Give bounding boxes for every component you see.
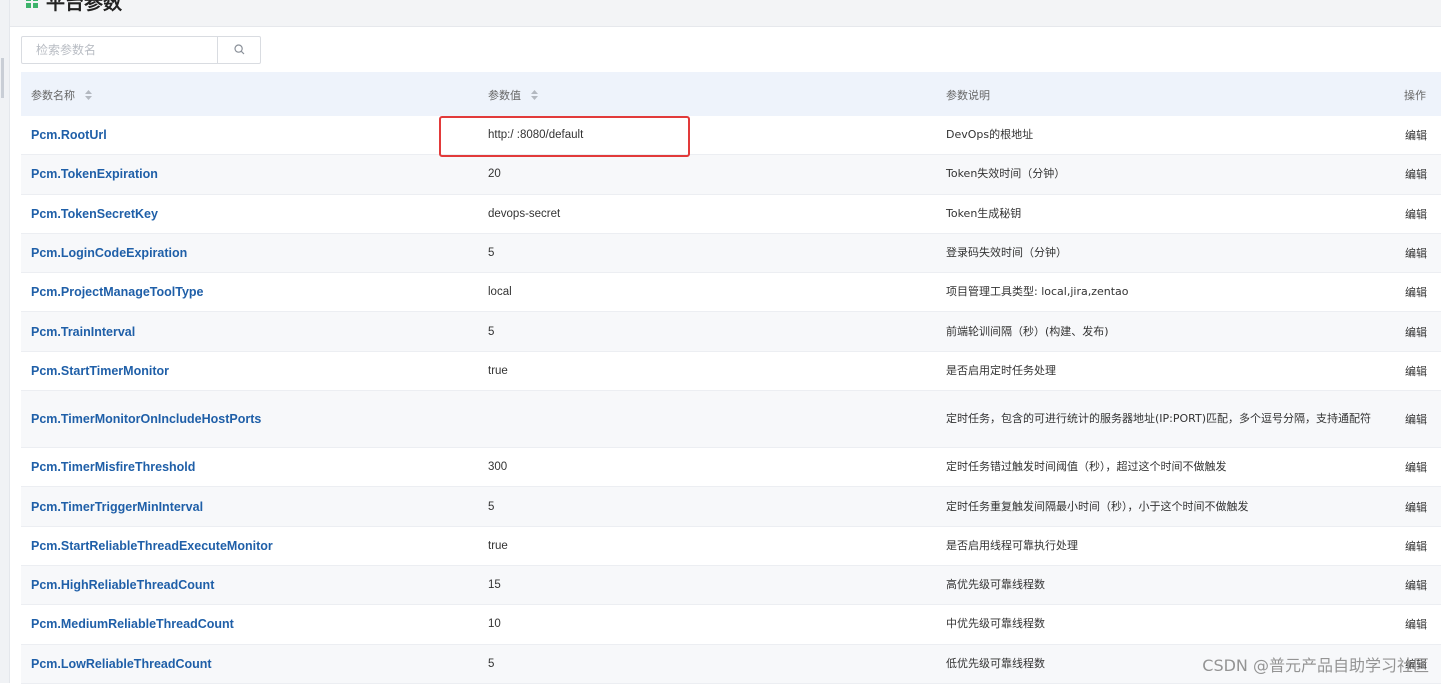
param-value: 300 — [488, 461, 508, 474]
page-title: 平台参数 — [46, 0, 123, 14]
param-value: 10 — [488, 618, 501, 631]
param-description: 是否启用线程可靠执行处理 — [946, 538, 1078, 552]
search-button[interactable] — [217, 37, 261, 63]
column-header-value[interactable]: 参数值 — [488, 87, 538, 103]
table-header: 参数名称 参数值 参数说明 操作 — [21, 72, 1441, 116]
left-sidebar-edge — [0, 0, 10, 683]
edit-button[interactable]: 编辑 — [1405, 616, 1427, 632]
param-name-link[interactable]: Pcm.TokenSecretKey — [31, 207, 158, 221]
edit-button[interactable]: 编辑 — [1405, 411, 1427, 427]
table-row: Pcm.StartReliableThreadExecuteMonitor tru… — [21, 527, 1441, 566]
highlight-box — [439, 116, 690, 157]
column-header-name-label: 参数名称 — [31, 89, 75, 102]
edit-button[interactable]: 编辑 — [1405, 577, 1427, 593]
param-name-link[interactable]: Pcm.LoginCodeExpiration — [31, 246, 187, 260]
param-description: Token失效时间（分钟） — [946, 167, 1066, 181]
edit-button[interactable]: 编辑 — [1405, 538, 1427, 554]
param-description: 定时任务错过触发时间阈值（秒），超过这个时间不做触发 — [946, 460, 1227, 474]
param-description: 高优先级可靠线程数 — [946, 578, 1045, 592]
table-row: Pcm.MediumReliableThreadCount 10 中优先级可靠线程数… — [21, 605, 1441, 645]
param-name-link[interactable]: Pcm.ProjectManageToolType — [31, 285, 204, 299]
column-header-name[interactable]: 参数名称 — [31, 87, 92, 103]
edit-button[interactable]: 编辑 — [1405, 166, 1427, 182]
table-row: Pcm.ProjectManageToolType local 项目管理工具类型: … — [21, 273, 1441, 313]
param-name-link[interactable]: Pcm.HighReliableThreadCount — [31, 578, 214, 592]
sort-icon[interactable] — [84, 90, 92, 100]
table-row: Pcm.TimerMisfireThreshold 300 定时任务错过触发时间阈值… — [21, 448, 1441, 488]
param-name-link[interactable]: Pcm.StartReliableThreadExecuteMonitor — [31, 539, 273, 553]
search-input[interactable] — [22, 37, 216, 63]
param-description: 前端轮训间隔（秒）(构建、发布) — [946, 324, 1109, 338]
search-icon — [234, 44, 245, 55]
param-description: 项目管理工具类型: local,jira,zentao — [946, 285, 1129, 299]
params-table: 参数名称 参数值 参数说明 操作 Pcm.RootUrl http:/ :8080… — [21, 72, 1441, 684]
param-name-link[interactable]: Pcm.TrainInterval — [31, 325, 135, 339]
table-row: Pcm.HighReliableThreadCount 15 高优先级可靠线程数 编辑 — [21, 565, 1441, 606]
param-value: true — [488, 539, 508, 552]
watermark: CSDN @普元产品自助学习社区 — [1202, 656, 1429, 675]
param-value: true — [488, 364, 508, 377]
table-row: Pcm.TokenExpiration 20 Token失效时间（分钟） 编辑 — [21, 155, 1441, 195]
column-header-description: 参数说明 — [946, 89, 990, 102]
edit-button[interactable]: 编辑 — [1405, 363, 1427, 379]
sort-icon[interactable] — [530, 90, 538, 100]
table-body: Pcm.RootUrl http:/ :8080/default DevOps的根地… — [21, 116, 1441, 684]
table-row: Pcm.TimerMonitorOnIncludeHostPorts 定时任务，包… — [21, 391, 1441, 449]
search-box — [21, 36, 261, 64]
edit-button[interactable]: 编辑 — [1405, 284, 1427, 300]
grid-icon — [26, 0, 39, 9]
param-name-link[interactable]: Pcm.TokenExpiration — [31, 167, 158, 181]
param-value: 5 — [488, 500, 495, 513]
param-description: 定时任务重复触发间隔最小时间（秒），小于这个时间不做触发 — [946, 499, 1249, 513]
param-description: Token生成秘钥 — [946, 206, 1022, 220]
edit-button[interactable]: 编辑 — [1405, 127, 1427, 143]
table-row: Pcm.StartTimerMonitor true 是否启用定时任务处理 编辑 — [21, 352, 1441, 392]
param-name-link[interactable]: Pcm.LowReliableThreadCount — [31, 657, 212, 671]
param-name-link[interactable]: Pcm.MediumReliableThreadCount — [31, 617, 234, 631]
table-row: Pcm.TimerTriggerMinInterval 5 定时任务重复触发间隔最小… — [21, 487, 1441, 527]
param-value: devops-secret — [488, 207, 561, 220]
table-row: Pcm.TrainInterval 5 前端轮训间隔（秒）(构建、发布) 编辑 — [21, 312, 1441, 352]
table-row: Pcm.LoginCodeExpiration 5 登录码失效时间（分钟） 编辑 — [21, 233, 1441, 274]
table-row: Pcm.RootUrl http:/ :8080/default DevOps的根地… — [21, 116, 1441, 156]
param-value: 15 — [488, 579, 501, 592]
table-row: Pcm.TokenSecretKey devops-secret Token生成秘钥… — [21, 195, 1441, 234]
param-name-link[interactable]: Pcm.TimerMisfireThreshold — [31, 460, 195, 474]
param-description: DevOps的根地址 — [946, 128, 1034, 142]
edit-button[interactable]: 编辑 — [1405, 459, 1427, 475]
edit-button[interactable]: 编辑 — [1405, 499, 1427, 515]
param-description: 定时任务，包含的可进行统计的服务器地址(IP:PORT)匹配，多个逗号分隔，支持… — [946, 412, 1372, 426]
edit-button[interactable]: 编辑 — [1405, 324, 1427, 340]
param-name-link[interactable]: Pcm.TimerTriggerMinInterval — [31, 500, 203, 514]
param-description: 登录码失效时间（分钟） — [946, 246, 1067, 260]
param-description: 中优先级可靠线程数 — [946, 617, 1045, 631]
param-value: 5 — [488, 657, 495, 670]
param-value: local — [488, 286, 512, 299]
param-name-link[interactable]: Pcm.TimerMonitorOnIncludeHostPorts — [31, 412, 261, 426]
param-description: 是否启用定时任务处理 — [946, 363, 1056, 377]
edit-button[interactable]: 编辑 — [1405, 245, 1427, 261]
param-name-link[interactable]: Pcm.RootUrl — [31, 128, 107, 142]
param-name-link[interactable]: Pcm.StartTimerMonitor — [31, 364, 169, 378]
column-header-action: 操作 — [1404, 89, 1426, 102]
page-header: 平台参数 — [10, 0, 1441, 27]
sidebar-indicator — [1, 58, 4, 98]
param-value: 5 — [488, 325, 495, 338]
edit-button[interactable]: 编辑 — [1405, 206, 1427, 222]
param-value: 20 — [488, 168, 501, 181]
column-header-value-label: 参数值 — [488, 89, 521, 102]
param-value: 5 — [488, 247, 495, 260]
